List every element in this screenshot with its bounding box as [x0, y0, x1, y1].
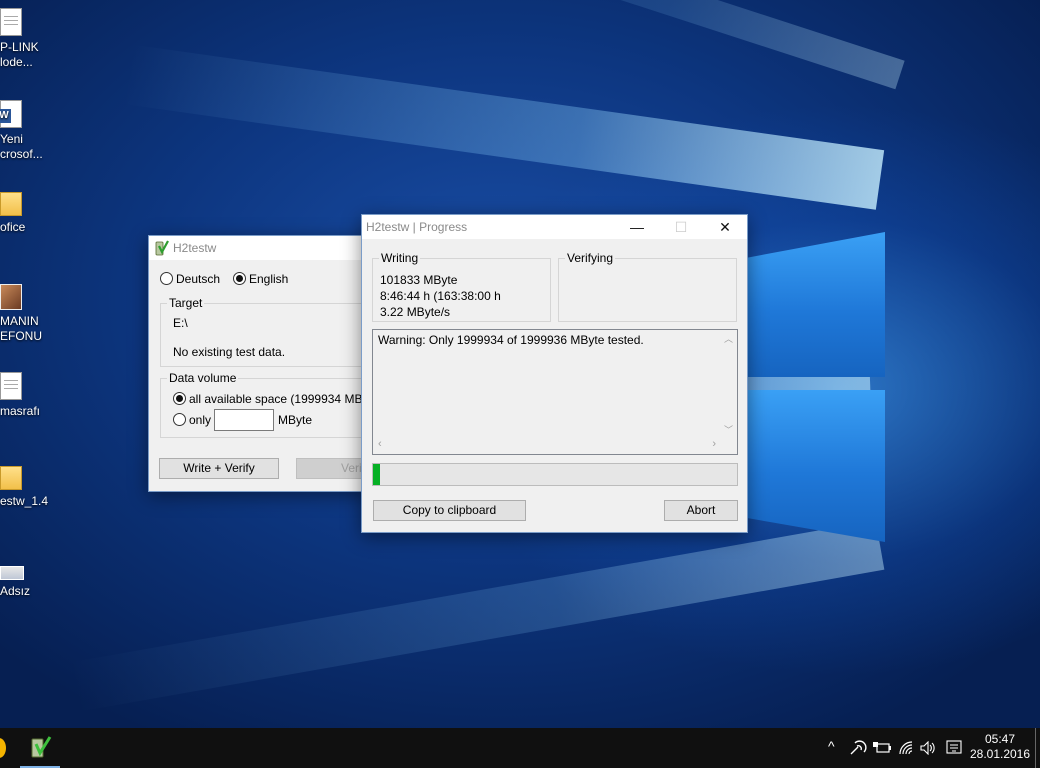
wifi-icon[interactable]	[898, 741, 914, 755]
radio-label: Deutsch	[176, 272, 221, 286]
desktop-icon-label: Yeni	[0, 132, 23, 146]
desktop-icon-label: Adsız	[0, 584, 31, 598]
wallpaper-beam	[324, 0, 905, 90]
h2testw-window: H2testw Deutsch English Target E:\ No ex…	[148, 235, 382, 492]
maximize-button: ☐	[659, 215, 703, 239]
document-icon	[0, 372, 22, 400]
desktop-icon-masrafi[interactable]: masrafı	[0, 372, 70, 419]
data-volume-legend: Data volume	[167, 371, 239, 385]
writing-speed: 3.22 MByte/s	[380, 305, 451, 319]
scroll-up-icon[interactable]: ︿	[724, 332, 733, 345]
show-desktop-button[interactable]	[1035, 728, 1036, 768]
network-satellite-icon[interactable]	[849, 740, 867, 756]
wallpaper-beam	[123, 44, 885, 210]
data-volume-group: Data volume all available space (1999934…	[160, 371, 382, 438]
writing-time: 8:46:44 h (163:38:00 h	[380, 289, 501, 303]
window-title: H2testw | Progress	[366, 220, 468, 234]
target-status: No existing test data.	[173, 345, 286, 359]
radio-checked-icon	[233, 272, 246, 285]
folder-icon	[0, 192, 22, 216]
verifying-group: Verifying	[558, 251, 737, 322]
radio-label: English	[249, 272, 289, 286]
desktop-icon-yeni-word[interactable]: Yeni crosof...	[0, 100, 70, 162]
wallpaper-beam	[68, 520, 885, 713]
h2testw-app-icon	[155, 240, 169, 256]
folder-icon	[0, 466, 22, 490]
desktop-icon-label: EFONU	[0, 329, 42, 343]
maximize-icon: ☐	[674, 218, 688, 235]
target-group: Target E:\ No existing test data.	[160, 296, 372, 367]
clock[interactable]: 05:47 28.01.2016	[968, 732, 1032, 762]
minimize-icon: —	[630, 219, 644, 235]
scroll-left-icon[interactable]: ‹	[378, 438, 382, 450]
image-icon	[0, 566, 24, 580]
windows-logo-pane	[745, 390, 885, 542]
writing-mbyte: 101833 MByte	[380, 273, 458, 287]
h2testw-titlebar[interactable]: H2testw	[149, 236, 372, 260]
desktop-icon-photo[interactable]: MANIN EFONU	[0, 284, 70, 344]
close-button[interactable]: ✕	[703, 215, 747, 239]
windows-logo-pane	[745, 232, 885, 377]
unit-label: MByte	[278, 413, 313, 427]
taskbar-h2testw-button[interactable]	[20, 728, 60, 768]
verifying-legend: Verifying	[565, 251, 616, 265]
radio-icon	[160, 272, 173, 285]
log-text: Warning: Only 1999934 of 1999936 MByte t…	[378, 333, 644, 347]
radio-label: only	[189, 413, 212, 427]
h2testw-app-icon	[31, 736, 52, 758]
progress-bar	[372, 463, 738, 486]
horizontal-scrollbar[interactable]: ‹ ›	[373, 437, 721, 454]
writing-group: Writing 101833 MByte 8:46:44 h (163:38:0…	[372, 251, 551, 322]
radio-checked-icon	[173, 392, 186, 405]
progress-window: H2testw | Progress — ☐ ✕ Writing 101833 …	[361, 214, 748, 533]
copy-to-clipboard-button[interactable]: Copy to clipboard	[373, 500, 526, 521]
volume-icon[interactable]	[920, 741, 938, 755]
writing-legend: Writing	[379, 251, 421, 265]
desktop-icon-label: masrafı	[0, 404, 41, 418]
scroll-right-icon[interactable]: ›	[712, 438, 716, 450]
language-radio-english[interactable]: English	[233, 272, 288, 286]
all-space-radio[interactable]: all available space (1999934 MByte)	[173, 392, 382, 406]
desktop-icon-adsiz[interactable]: Adsız	[0, 566, 70, 599]
show-hidden-icons-chevron-icon[interactable]: ^	[828, 738, 835, 754]
desktop-icon-tplink[interactable]: P-LINK lode...	[0, 8, 70, 70]
battery-icon[interactable]	[873, 741, 891, 755]
progress-fill	[373, 464, 380, 485]
window-title: H2testw	[173, 241, 217, 255]
target-path: E:\	[173, 316, 188, 330]
only-mbyte-input[interactable]	[214, 409, 274, 431]
progress-titlebar[interactable]: H2testw | Progress — ☐ ✕	[362, 215, 747, 239]
write-verify-button[interactable]: Write + Verify	[159, 458, 279, 479]
scroll-down-icon[interactable]: ﹀	[724, 423, 733, 436]
photo-icon	[0, 284, 22, 310]
word-document-icon	[0, 100, 22, 128]
desktop-icon-label: lode...	[0, 55, 33, 69]
clock-date: 28.01.2016	[969, 747, 1031, 761]
close-icon: ✕	[719, 218, 731, 235]
desktop-icon-label: P-LINK	[0, 40, 39, 54]
minimize-button[interactable]: —	[615, 215, 659, 239]
abort-button[interactable]: Abort	[664, 500, 738, 521]
desktop-icon-ofice[interactable]: ofice	[0, 192, 70, 235]
desktop-icon-label: estw_1.4	[0, 494, 49, 508]
keyboard-language-icon[interactable]	[946, 740, 962, 756]
vertical-scrollbar[interactable]: ︿ ﹀	[720, 330, 737, 438]
desktop-icon-label: MANIN	[0, 314, 39, 328]
document-icon	[0, 8, 22, 36]
desktop-icon-label: ofice	[0, 220, 26, 234]
desktop-icon-h2testw-folder[interactable]: estw_1.4	[0, 466, 70, 509]
taskbar: ^ 05:47 28.01.2016	[0, 728, 1040, 768]
target-legend: Target	[167, 296, 205, 310]
clock-time: 05:47	[984, 732, 1016, 746]
radio-label: all available space (1999934 MByte)	[189, 392, 383, 406]
language-radio-deutsch[interactable]: Deutsch	[160, 272, 220, 286]
log-box[interactable]: Warning: Only 1999934 of 1999936 MByte t…	[372, 329, 738, 455]
desktop-icon-label: crosof...	[0, 147, 43, 161]
pinned-app-icon[interactable]	[0, 738, 6, 758]
radio-icon	[173, 413, 186, 426]
only-radio[interactable]: only	[173, 413, 211, 427]
